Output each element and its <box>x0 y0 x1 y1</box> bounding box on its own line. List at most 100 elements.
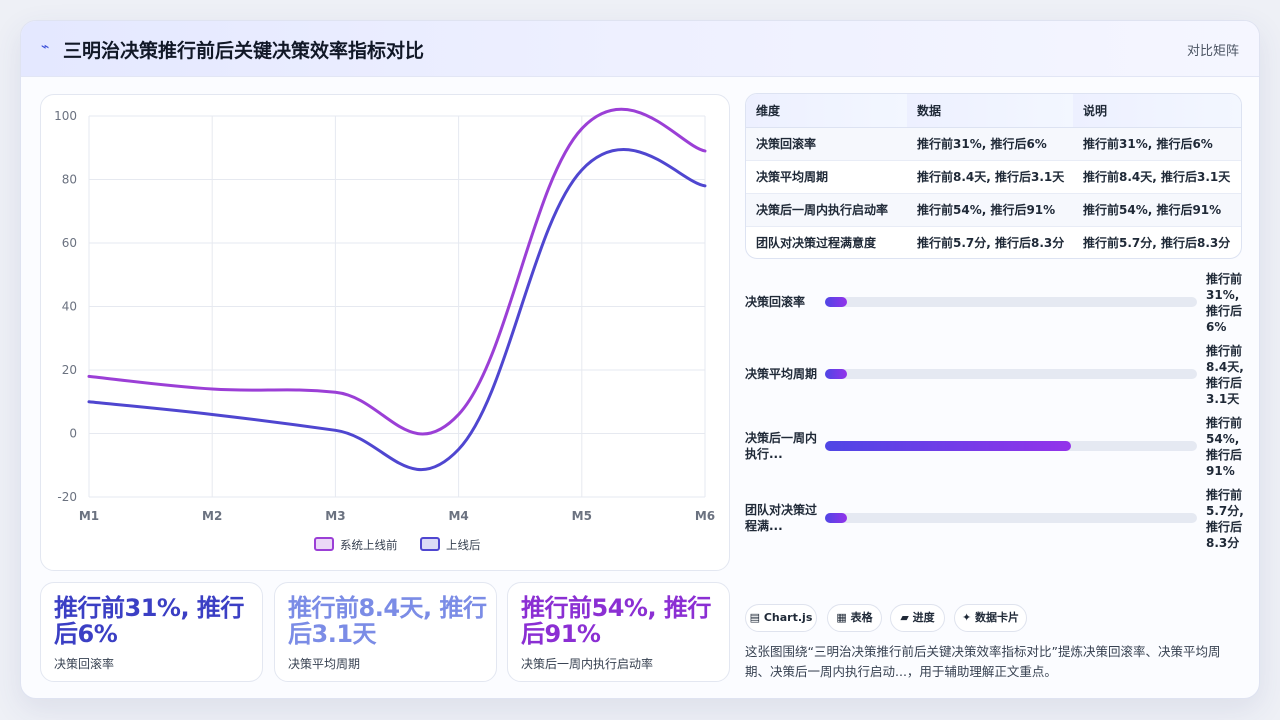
progress-icon: ▰ <box>900 611 909 624</box>
x-tick-label: M6 <box>695 509 715 523</box>
table-cell: 决策回滚率 <box>746 127 907 161</box>
progress-value-line: 91% <box>1206 464 1235 478</box>
chip-progress[interactable]: ▰ 进度 <box>890 604 945 632</box>
progress-value-line: 54%, <box>1206 432 1240 446</box>
stat-label: 决策后一周内执行启动率 <box>521 657 654 671</box>
stat-card: 推行前8.4天, 推行后3.1天 决策平均周期 <box>274 582 497 682</box>
progress-value-line: 推行后 <box>1206 376 1243 390</box>
progress-row: 决策回滚率 推行前 31%, 推行后 6% <box>745 271 1245 343</box>
metrics-table: 维度 数据 说明 决策回滚率 推行前31%, 推行后6% 推行前31%, 推行后… <box>745 93 1242 259</box>
progress-value-line: 8.3分 <box>1206 536 1240 550</box>
page-title: 三明治决策推行前后关键决策效率指标对比 <box>63 40 425 62</box>
chart-icon: ▤ <box>749 611 761 624</box>
x-tick-label: M5 <box>572 509 592 523</box>
progress-label-line: 团队对决策过 <box>745 503 818 517</box>
progress-value-line: 6% <box>1206 320 1227 334</box>
progress-track <box>825 297 1197 307</box>
progress-value: 推行前 54%, 推行后 91% <box>1206 415 1246 479</box>
table-header-cell: 维度 <box>746 94 907 128</box>
y-tick-label: 100 <box>54 109 77 123</box>
stat-card: 推行前31%, 推行后6% 决策回滚率 <box>40 582 263 682</box>
progress-fill <box>825 513 848 523</box>
table-cell: 推行前5.7分, 推行后8.3分 <box>917 236 1065 251</box>
table-cell: 推行前8.4天, 推行后3.1天 <box>1073 160 1241 194</box>
progress-value-line: 3.1天 <box>1206 392 1240 406</box>
table-cell: 决策平均周期 <box>746 160 907 194</box>
progress-row: 决策后一周内 执行... 推行前 54%, 推行后 91% <box>745 415 1245 487</box>
header-bar: ⌁ 三明治决策推行前后关键决策效率指标对比 对比矩阵 <box>21 21 1259 77</box>
table-cell: 决策后一周内执行启动率 <box>746 193 907 227</box>
legend-label: 上线后 <box>446 538 481 552</box>
progress-track <box>825 441 1197 451</box>
line-chart: -20 0 20 40 60 80 100 M1 M2 M3 M4 M5 M6 系统上线前 上线后 <box>54 107 715 552</box>
table-row: 决策后一周内执行启动率 推行前54%, 推行后91% 推行前54%, 推行后91… <box>746 193 1241 227</box>
chip-label: 进度 <box>912 611 935 624</box>
y-tick-label: -20 <box>57 490 77 504</box>
progress-track <box>825 369 1197 379</box>
progress-value-line: 8.4天, <box>1206 360 1244 374</box>
progress-value-line: 推行后 <box>1206 304 1243 318</box>
x-tick-label: M3 <box>325 509 345 523</box>
progress-label-line: 决策平均周期 <box>745 367 818 381</box>
table-cell: 推行前54%, 推行后91% <box>907 193 1073 227</box>
chip-label: Chart.js <box>763 611 813 624</box>
progress-value: 推行前 8.4天, 推行后 3.1天 <box>1206 343 1246 407</box>
progress-value-line: 5.7分, <box>1206 504 1244 518</box>
progress-value-line: 推行前 <box>1206 488 1243 502</box>
stat-value: 推行前31%, 推行后6% <box>54 594 244 648</box>
table-cell: 推行前54%, 推行后91% <box>1073 193 1241 227</box>
progress-label-line: 执行... <box>745 447 783 461</box>
table-header-cell: 说明 <box>1073 94 1241 128</box>
table-cell: 团队对决策过程满意度 <box>756 236 877 251</box>
progress-value: 推行前 31%, 推行后 6% <box>1206 271 1246 335</box>
progress-row: 决策平均周期 推行前 8.4天, 推行后 3.1天 <box>745 343 1245 415</box>
line-chart-panel: -20 0 20 40 60 80 100 M1 M2 M3 M4 M5 M6 系统上线前 上线后 <box>40 94 730 571</box>
stat-value: 推行前54%, 推行后91% <box>521 594 711 648</box>
y-tick-label: 60 <box>62 236 77 250</box>
bolt-icon: ⌁ <box>41 39 50 55</box>
progress-label-line: 程满... <box>745 519 783 533</box>
table-row: 决策回滚率 推行前31%, 推行后6% 推行前31%, 推行后6% <box>746 127 1241 161</box>
progress-value-line: 推行前 <box>1206 416 1243 430</box>
series-line-1 <box>87 107 707 436</box>
table-icon: ▦ <box>836 611 847 624</box>
progress-value-line: 推行后 <box>1206 448 1243 462</box>
stat-value: 推行前8.4天, 推行后3.1天 <box>288 594 487 648</box>
series-line-2 <box>87 148 707 472</box>
x-tick-label: M4 <box>448 509 468 523</box>
legend-label: 系统上线前 <box>340 538 398 552</box>
progress-label: 决策回滚率 <box>745 294 821 310</box>
progress-track <box>825 513 1197 523</box>
stat-label: 决策平均周期 <box>288 657 361 671</box>
progress-label: 决策后一周内 执行... <box>745 430 821 462</box>
table-row: 决策平均周期 推行前8.4天, 推行后3.1天 推行前8.4天, 推行后3.1天 <box>746 160 1241 194</box>
progress-value: 推行前 5.7分, 推行后 8.3分 <box>1206 487 1246 551</box>
progress-label: 团队对决策过 程满... <box>745 502 821 534</box>
sparkle-icon: ✦ <box>961 611 972 624</box>
main-card: ⌁ 三明治决策推行前后关键决策效率指标对比 对比矩阵 -20 0 20 40 60 80 1… <box>20 20 1260 699</box>
y-tick-label: 80 <box>62 173 77 187</box>
progress-value-line: 推行前 <box>1206 272 1243 286</box>
stat-card: 推行前54%, 推行后91% 决策后一周内执行启动率 <box>507 582 730 682</box>
legend-swatch <box>420 537 440 551</box>
table-cell: 推行前31%, 推行后6% <box>1073 127 1241 161</box>
chip-label: 数据卡片 <box>975 611 1020 624</box>
table-cell: 推行前8.4天, 推行后3.1天 <box>907 160 1073 194</box>
chip-table[interactable]: ▦ 表格 <box>827 604 882 632</box>
y-tick-label: 20 <box>62 363 77 377</box>
view-tag[interactable]: 对比矩阵 <box>1187 40 1239 59</box>
y-tick-label: 0 <box>69 427 77 441</box>
progress-label-line: 决策后一周内 <box>745 431 818 445</box>
chip-chartjs[interactable]: ▤ Chart.js <box>745 604 817 632</box>
progress-label-line: 决策回滚率 <box>745 295 806 309</box>
chip-data-card[interactable]: ✦ 数据卡片 <box>954 604 1027 632</box>
x-tick-label: M2 <box>202 509 222 523</box>
progress-row: 团队对决策过 程满... 推行前 5.7分, 推行后 8.3分 <box>745 487 1245 559</box>
table-cell: 推行前31%, 推行后6% <box>907 127 1073 161</box>
chart-description: 这张图围绕“三明治决策推行前后关键决策效率指标对比”提炼决策回滚率、决策平均周期… <box>745 644 1221 679</box>
y-tick-label: 40 <box>62 300 77 314</box>
table-header-cell: 数据 <box>907 94 1073 128</box>
chip-label: 表格 <box>850 611 873 624</box>
legend-swatch <box>314 537 334 551</box>
progress-value-line: 推行前 <box>1206 344 1243 358</box>
